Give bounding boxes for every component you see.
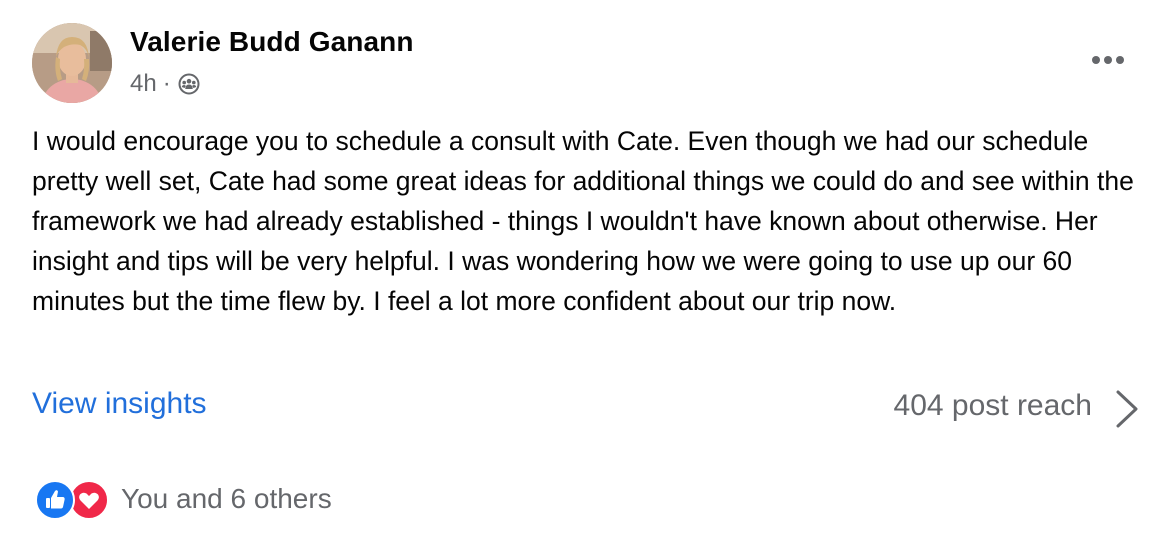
post-card: Valerie Budd Ganann 4h · I would encoura… bbox=[0, 0, 1174, 538]
view-insights-link[interactable]: View insights bbox=[32, 387, 207, 421]
author-avatar[interactable] bbox=[32, 23, 112, 103]
meta-separator: · bbox=[162, 70, 171, 97]
more-options-button[interactable] bbox=[1086, 46, 1130, 74]
post-meta: 4h · bbox=[130, 70, 200, 98]
more-horizontal-icon bbox=[1092, 56, 1124, 64]
reactions-summary[interactable]: You and 6 others bbox=[35, 480, 332, 520]
post-time[interactable]: 4h bbox=[130, 70, 157, 98]
reaction-count-text[interactable]: You and 6 others bbox=[121, 483, 332, 515]
post-reach-count[interactable]: 404 post reach bbox=[894, 389, 1092, 423]
love-icon bbox=[69, 480, 109, 520]
avatar-photo bbox=[32, 23, 112, 103]
author-name[interactable]: Valerie Budd Ganann bbox=[130, 26, 414, 58]
friends-icon[interactable] bbox=[178, 73, 200, 95]
chevron-right-icon[interactable] bbox=[1112, 388, 1142, 430]
post-body: I would encourage you to schedule a cons… bbox=[32, 126, 1134, 316]
reaction-icons bbox=[35, 480, 109, 520]
like-icon bbox=[35, 480, 75, 520]
